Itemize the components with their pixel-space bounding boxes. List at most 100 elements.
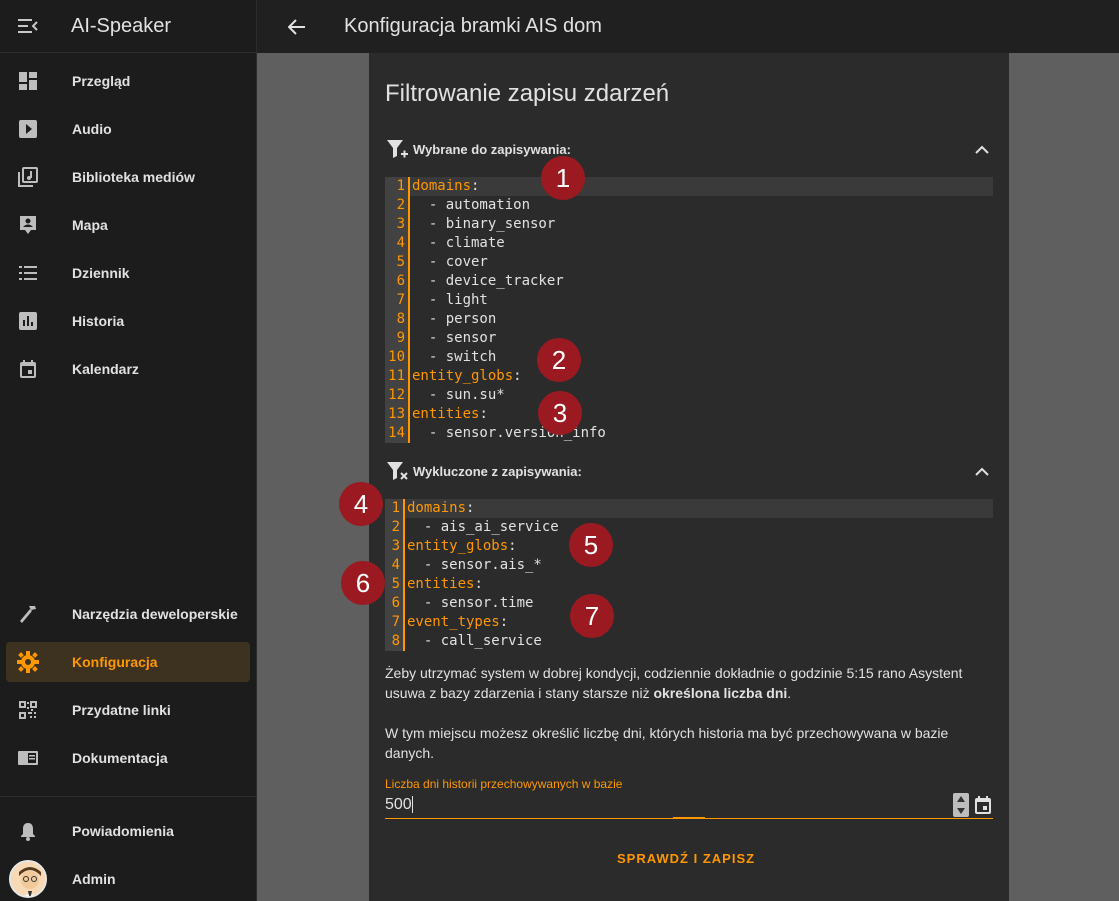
days-field-label: Liczba dni historii przechowywanych w ba… — [385, 777, 623, 791]
code-line: 4 - sensor.ais_* — [385, 556, 993, 575]
play-box-icon — [6, 119, 50, 139]
included-section-header[interactable]: Wybrane do zapisywania: — [385, 136, 993, 162]
sidebar-item-kalendarz[interactable]: Kalendarz — [6, 349, 250, 389]
code-text: - sensor — [412, 330, 497, 346]
sidebar-item-biblioteka[interactable]: Biblioteka mediów — [6, 157, 250, 197]
chart-box-icon — [6, 311, 50, 331]
code-text: - device_tracker — [412, 273, 564, 289]
sidebar-item-label: Powiadomienia — [72, 823, 174, 839]
marker-5: 5 — [569, 523, 613, 567]
code-line: 6 - sensor.time — [385, 594, 993, 613]
sidebar-item-label: Dziennik — [72, 265, 130, 281]
back-button[interactable] — [257, 0, 337, 53]
chevron-up-icon[interactable] — [975, 467, 989, 476]
line-number: 2 — [385, 518, 403, 537]
spin-up-icon[interactable] — [957, 796, 965, 802]
excluded-header-label: Wykluczone z zapisywania: — [413, 463, 582, 479]
included-header-label: Wybrane do zapisywania: — [413, 141, 571, 157]
sidebar-item-admin[interactable]: Admin — [6, 859, 250, 899]
code-line: 12 - sun.su* — [385, 386, 993, 405]
code-text: - sensor.version_info — [412, 425, 606, 441]
sidebar-header: AI-Speaker — [0, 0, 256, 53]
line-number: 13 — [385, 405, 408, 424]
code-line: 5 entities: — [385, 575, 993, 594]
code-line: 3 entity_globs: — [385, 537, 993, 556]
yaml-colon: : — [466, 500, 475, 516]
number-spinner[interactable] — [953, 793, 969, 817]
days-field[interactable]: 500 — [385, 792, 993, 819]
check-and-save-button[interactable]: SPRAWDŹ I ZAPISZ — [617, 851, 755, 871]
marker-4: 4 — [339, 482, 383, 526]
sidebar-item-dokumentacja[interactable]: Dokumentacja — [6, 738, 250, 778]
calendar-icon — [6, 359, 50, 379]
sidebar-item-przeglad[interactable]: Przegląd — [6, 61, 250, 101]
code-text: - light — [412, 292, 488, 308]
yaml-colon: : — [508, 538, 517, 554]
sidebar-item-historia[interactable]: Historia — [6, 301, 250, 341]
code-line: 6 - device_tracker — [385, 272, 993, 291]
dashboard-icon — [6, 71, 50, 91]
music-library-icon — [6, 167, 50, 187]
sidebar-item-linki[interactable]: Przydatne linki — [6, 690, 250, 730]
marker-2: 2 — [537, 338, 581, 382]
code-line: 9 - sensor — [385, 329, 993, 348]
chevron-up-icon[interactable] — [975, 145, 989, 154]
marker-6: 6 — [341, 561, 385, 605]
sidebar-item-label: Przegląd — [72, 73, 131, 89]
days-input[interactable]: 500 — [385, 796, 953, 814]
menu-toggle-button[interactable] — [0, 0, 56, 53]
line-number: 7 — [385, 291, 408, 310]
code-text: - sensor.time — [407, 595, 534, 611]
arrow-left-icon — [288, 18, 305, 35]
yaml-key: event_types — [407, 614, 500, 630]
sidebar-item-mapa[interactable]: Mapa — [6, 205, 250, 245]
sidebar-item-dziennik[interactable]: Dziennik — [6, 253, 250, 293]
calendar-icon[interactable] — [973, 795, 993, 815]
line-number: 5 — [385, 575, 403, 594]
yaml-colon: : — [471, 178, 480, 194]
code-text: entity_globs: — [410, 367, 993, 386]
code-line: 2 - automation — [385, 196, 993, 215]
sidebar-item-label: Admin — [72, 871, 116, 887]
code-line: 11 entity_globs: — [385, 367, 993, 386]
cog-icon — [6, 651, 50, 673]
sidebar-item-konfiguracja[interactable]: Konfiguracja — [6, 642, 250, 682]
yaml-key: entities — [407, 576, 475, 592]
code-line: 4 - climate — [385, 234, 993, 253]
retention-end: . — [787, 685, 792, 701]
code-line: 10 - switch — [385, 348, 993, 367]
included-code-editor[interactable]: 1 domains: 2 - automation 3 - binary_sensor… — [385, 177, 993, 443]
yaml-key: domains — [412, 178, 472, 194]
code-line: 8 - call_service — [385, 632, 993, 651]
field-focus-indicator — [673, 817, 705, 819]
line-number: 8 — [385, 310, 408, 329]
app-title: AI-Speaker — [71, 14, 172, 37]
sidebar-item-powiadomienia[interactable]: Powiadomienia — [6, 811, 250, 851]
line-number: 3 — [385, 215, 408, 234]
line-number: 3 — [385, 537, 403, 556]
excluded-code-editor[interactable]: 1 domains: 2 - ais_ai_service 3 entity_globs… — [385, 499, 993, 651]
yaml-key: entity_globs — [407, 538, 509, 554]
marker-3: 3 — [538, 391, 582, 435]
bell-icon — [6, 821, 50, 841]
spin-down-icon[interactable] — [957, 808, 965, 814]
sidebar-item-label: Biblioteka mediów — [72, 169, 195, 185]
line-number: 5 — [385, 253, 408, 272]
sidebar-item-narzedzia[interactable]: Narzędzia deweloperskie — [6, 594, 250, 634]
sidebar-item-label: Narzędzia deweloperskie — [72, 606, 238, 622]
line-number: 11 — [385, 367, 408, 386]
code-text: - climate — [412, 235, 505, 251]
yaml-key: entities — [412, 406, 480, 422]
code-line: 7 - light — [385, 291, 993, 310]
yaml-key: domains — [407, 500, 467, 516]
code-line: 2 - ais_ai_service — [385, 518, 993, 537]
sidebar-item-label: Przydatne linki — [72, 702, 171, 718]
excluded-section-header[interactable]: Wykluczone z zapisywania: — [385, 458, 993, 484]
code-text: entities: — [410, 405, 993, 424]
code-line: 7 event_types: — [385, 613, 993, 632]
sidebar-item-label: Kalendarz — [72, 361, 139, 377]
sidebar-item-audio[interactable]: Audio — [6, 109, 250, 149]
yaml-colon: : — [474, 576, 483, 592]
line-number: 4 — [385, 234, 408, 253]
qrcode-icon — [6, 700, 50, 720]
